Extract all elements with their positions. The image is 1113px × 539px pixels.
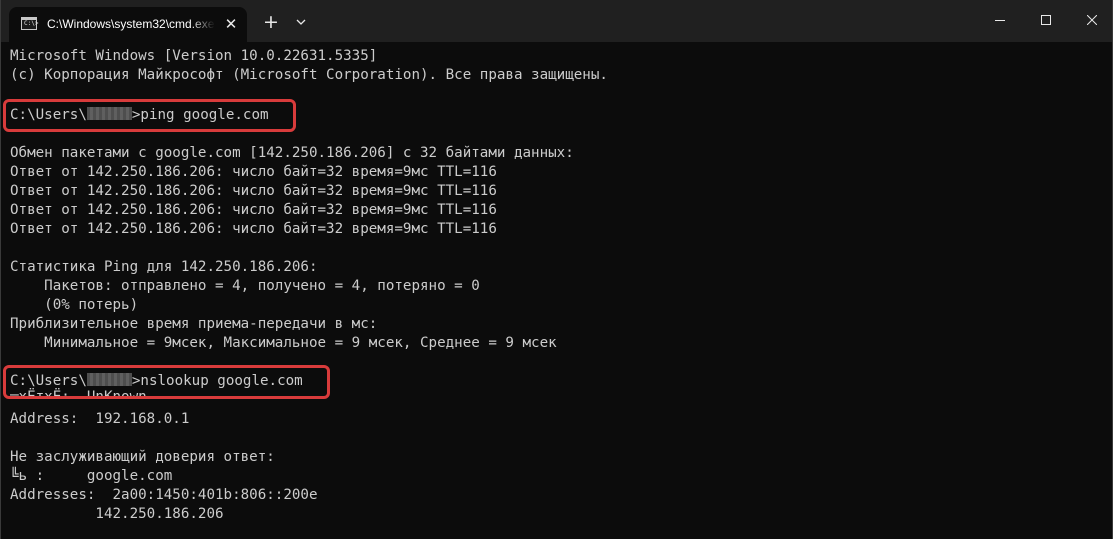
console-line: Ответ от 142.250.186.206: число байт=32 … — [10, 164, 497, 180]
console-line: Минимальное = 9мсек, Максимальное = 9 мс… — [10, 335, 557, 351]
console-line: ╤хЁтхЁ: UnKnown — [10, 389, 147, 405]
close-tab-icon[interactable]: ✕ — [221, 14, 241, 34]
chevron-down-icon — [296, 19, 306, 25]
console-line: Пакетов: отправлено = 4, получено = 4, п… — [10, 278, 480, 294]
nslookup-command: >nslookup google.com — [131, 373, 303, 389]
console-line: (0% потерь) — [10, 297, 139, 313]
console-line: Приблизительное время приема-передачи в … — [10, 316, 378, 332]
prompt-prefix: C:\Users\ — [10, 107, 87, 123]
console-line: Ответ от 142.250.186.206: число байт=32 … — [10, 221, 497, 237]
console-line: Ответ от 142.250.186.206: число байт=32 … — [10, 183, 497, 199]
tab-cmd[interactable]: C:\> C:\Windows\system32\cmd.exe ✕ — [9, 7, 247, 42]
console-line: Обмен пакетами с google.com [142.250.186… — [10, 145, 574, 161]
redacted-username — [86, 107, 132, 120]
prompt-prefix: C:\Users\ — [10, 373, 87, 389]
cmd-icon-glyph: C:\> — [24, 20, 39, 27]
console-line: Address: 192.168.0.1 — [10, 411, 190, 427]
minimize-icon — [995, 20, 1005, 21]
ping-command: >ping google.com — [131, 107, 269, 123]
terminal-window: C:\> C:\Windows\system32\cmd.exe ✕ + Mic… — [0, 0, 1113, 539]
console-line: (c) Корпорация Майкрософт (Microsoft Cor… — [10, 67, 608, 83]
tab-dropdown-button[interactable] — [291, 11, 311, 33]
minimize-button[interactable] — [977, 0, 1023, 40]
maximize-icon — [1041, 15, 1051, 25]
title-bar[interactable]: C:\> C:\Windows\system32\cmd.exe ✕ + — [1, 0, 1112, 42]
console-output[interactable]: Microsoft Windows [Version 10.0.22631.53… — [1, 42, 1112, 539]
close-window-button[interactable] — [1069, 0, 1112, 40]
new-tab-button[interactable]: + — [260, 11, 282, 33]
console-line: ╚ь : google.com — [10, 468, 173, 484]
ping-prompt-line: C:\Users\ >ping google.com — [10, 106, 269, 125]
console-line: Ответ от 142.250.186.206: число байт=32 … — [10, 202, 497, 218]
console-line: Статистика Ping для 142.250.186.206: — [10, 259, 318, 275]
console-line: Addresses: 2a00:1450:401b:806::200e — [10, 487, 318, 503]
console-line: Не заслуживающий доверия ответ: — [10, 449, 275, 465]
console-line: Microsoft Windows [Version 10.0.22631.53… — [10, 48, 378, 64]
close-icon — [1087, 15, 1097, 25]
tab-title: C:\Windows\system32\cmd.exe — [47, 17, 215, 31]
console-line: 142.250.186.206 — [10, 506, 224, 522]
redacted-username — [86, 373, 132, 386]
cmd-icon: C:\> — [21, 17, 39, 30]
maximize-button[interactable] — [1023, 0, 1069, 40]
